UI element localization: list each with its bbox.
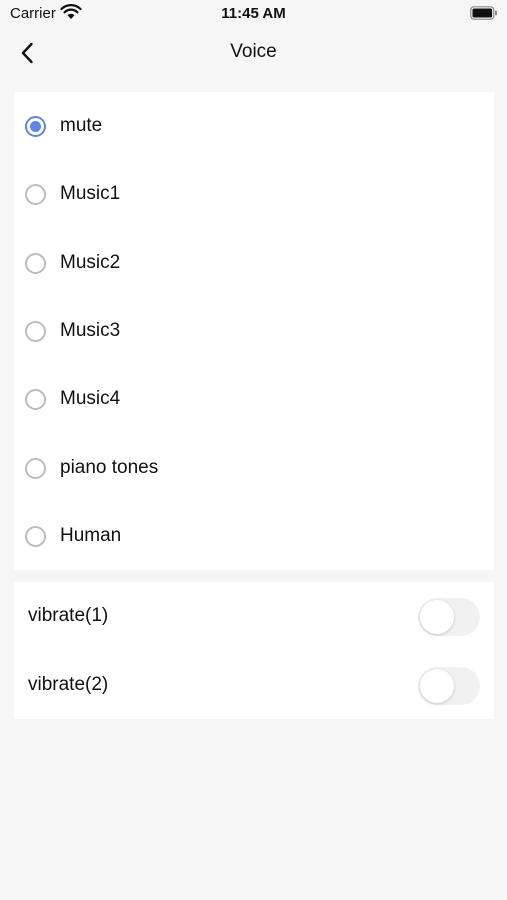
sound-option-label: Music1 <box>60 183 121 204</box>
status-bar: Carrier 11:45 AM <box>0 0 507 28</box>
sound-option-label: mute <box>60 115 103 136</box>
sound-option-music1[interactable]: Music1 <box>14 160 494 228</box>
radio-unselected-icon[interactable] <box>25 252 46 274</box>
vibrate-option-2: vibrate(2) <box>14 651 494 719</box>
sound-option-label: Music2 <box>60 252 121 273</box>
vibrate-option-label: vibrate(1) <box>28 605 109 626</box>
vibrate-2-toggle[interactable] <box>418 667 480 705</box>
sound-option-label: Music4 <box>60 388 121 409</box>
sound-option-label: Human <box>60 525 122 546</box>
sound-option-mute[interactable]: mute <box>14 92 494 160</box>
toggle-knob <box>420 669 454 703</box>
radio-unselected-icon[interactable] <box>25 183 46 205</box>
radio-unselected-icon[interactable] <box>25 457 46 479</box>
sound-option-piano-tones[interactable]: piano tones <box>14 434 494 502</box>
sound-option-music2[interactable]: Music2 <box>14 229 494 297</box>
status-time: 11:45 AM <box>221 5 286 22</box>
radio-unselected-icon[interactable] <box>25 388 46 410</box>
sound-option-label: Music3 <box>60 320 121 341</box>
battery-icon <box>470 6 497 20</box>
sound-option-music3[interactable]: Music3 <box>14 297 494 365</box>
vibrate-option-label: vibrate(2) <box>28 674 109 695</box>
radio-selected-icon[interactable] <box>25 115 46 137</box>
page-title: Voice <box>230 41 277 62</box>
toggle-knob <box>420 600 454 634</box>
vibrate-1-toggle[interactable] <box>418 598 480 636</box>
sound-option-music4[interactable]: Music4 <box>14 365 494 433</box>
radio-unselected-icon[interactable] <box>25 525 46 547</box>
sound-option-human[interactable]: Human <box>14 502 494 570</box>
vibrate-options-card: vibrate(1) vibrate(2) <box>14 582 494 719</box>
sound-option-label: piano tones <box>60 457 159 478</box>
navigation-bar: Voice <box>0 28 507 76</box>
vibrate-option-1: vibrate(1) <box>14 582 494 650</box>
radio-unselected-icon[interactable] <box>25 320 46 342</box>
sound-options-card: mute Music1 Music2 Music3 Music4 piano t… <box>14 92 494 570</box>
